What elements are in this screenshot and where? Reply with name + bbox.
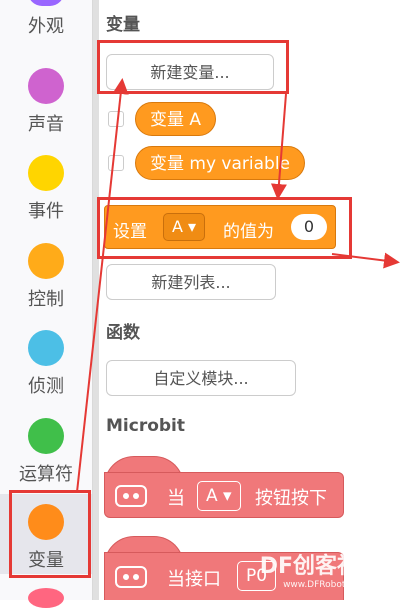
arrow-to-new-variable [76,78,129,493]
arrow-to-set-block [270,93,287,200]
arrow-to-workspace [331,252,400,269]
annotation-arrows [76,78,400,493]
